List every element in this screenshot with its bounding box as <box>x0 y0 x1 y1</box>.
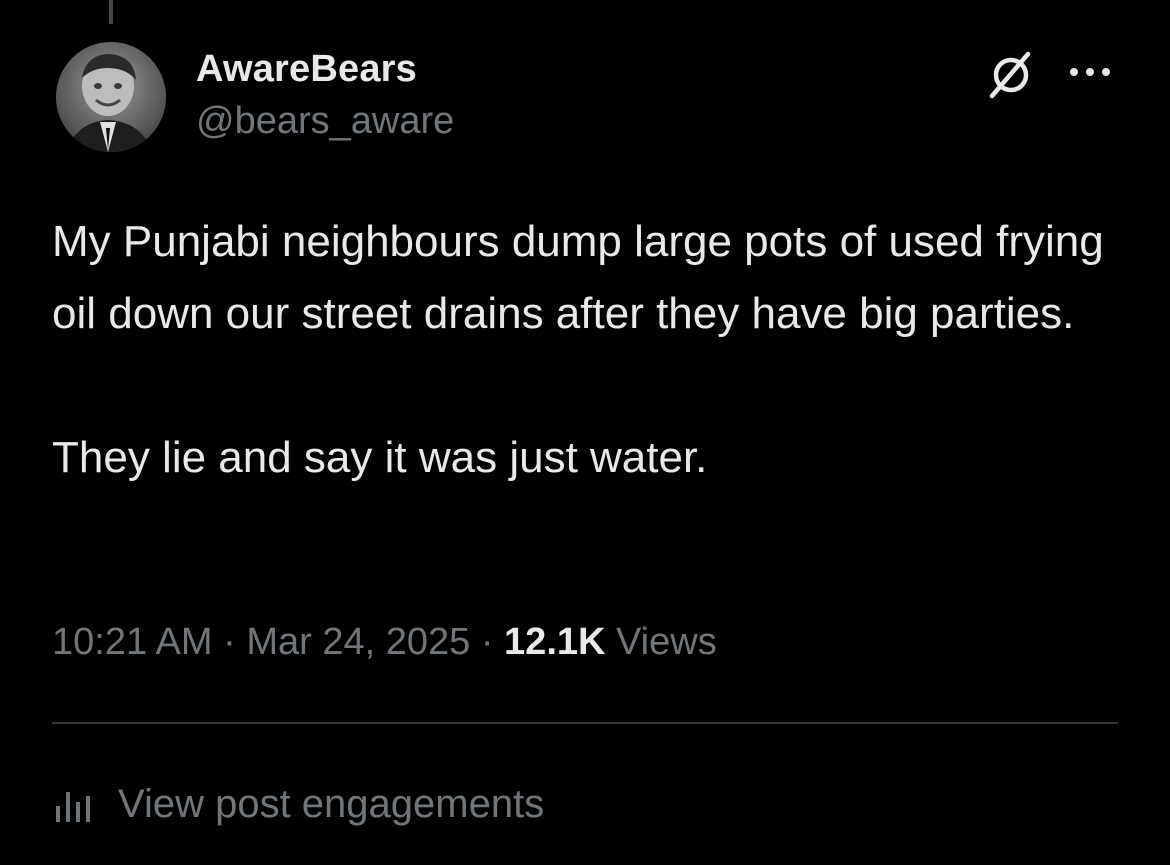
thread-connector-line <box>109 0 113 24</box>
meta-separator: · <box>223 621 236 663</box>
author-names: AwareBears @bears_aware <box>196 44 454 148</box>
post-header: AwareBears @bears_aware <box>56 42 1118 157</box>
author-display-name[interactable]: AwareBears <box>196 44 454 94</box>
post-meta: 10:21 AM · Mar 24, 2025 · 12.1K Views <box>52 612 717 672</box>
views-count: 12.1K <box>504 621 606 663</box>
view-engagements-label: View post engagements <box>118 782 545 826</box>
post-paragraph: My Punjabi neighbours dump large pots of… <box>52 217 1104 338</box>
more-icon[interactable] <box>1066 52 1114 92</box>
views-label: Views <box>616 621 717 663</box>
divider <box>52 722 1118 724</box>
view-engagements-button[interactable]: View post engagements <box>52 774 544 834</box>
post-date[interactable]: Mar 24, 2025 <box>246 621 470 663</box>
post-text: My Punjabi neighbours dump large pots of… <box>52 206 1112 494</box>
post-paragraph: They lie and say it was just water. <box>52 433 708 482</box>
bar-chart-icon <box>52 784 98 824</box>
meta-separator: · <box>480 621 494 663</box>
avatar[interactable] <box>56 42 166 152</box>
grok-icon[interactable] <box>984 48 1038 102</box>
author-handle[interactable]: @bears_aware <box>196 94 454 148</box>
post-time[interactable]: 10:21 AM <box>52 621 213 663</box>
